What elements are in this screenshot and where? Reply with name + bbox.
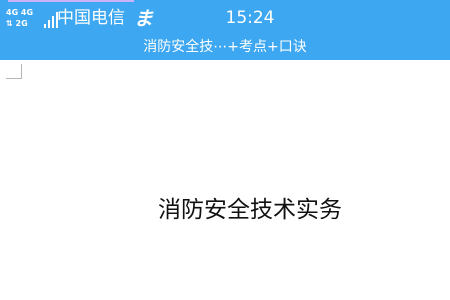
data-arrows-icon: ⇅ [6, 19, 13, 28]
carrier-name: 中国电信 [57, 8, 125, 28]
status-bar: 4G 4G ⇅ 2G 中国电信 ま 15:24 [0, 0, 450, 36]
network-type-primary: 4G 4G [6, 8, 34, 17]
document-heading: 消防安全技术实务 [158, 197, 342, 223]
page-corner-marker [6, 64, 22, 79]
carrier-logo-icon: ま [134, 8, 154, 30]
status-time: 15:24 [225, 8, 275, 28]
network-indicator: 4G 4G ⇅ 2G [6, 8, 58, 30]
document-title[interactable]: 消防安全技⋯+考点+口诀 [0, 36, 450, 58]
network-type-secondary: ⇅ 2G [6, 19, 28, 29]
document-page[interactable]: 消防安全技术实务 [0, 60, 450, 300]
network-type-secondary-label: 2G [15, 19, 28, 28]
app-header: 4G 4G ⇅ 2G 中国电信 ま 15:24 消防安全技⋯+考点+口诀 [0, 0, 450, 60]
cellular-signal-icon [44, 10, 58, 28]
